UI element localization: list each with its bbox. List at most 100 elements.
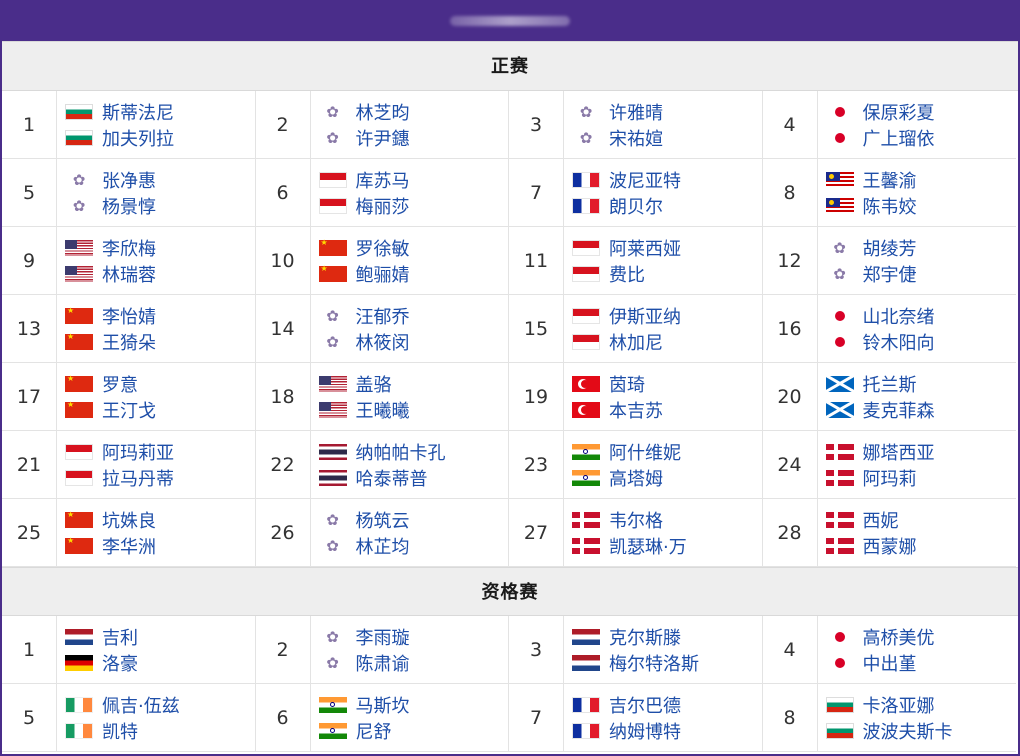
player-name-link[interactable]: 托兰斯	[863, 371, 917, 397]
player-name-link[interactable]: 波尼亚特	[609, 167, 681, 193]
player-name-link[interactable]: 林瑞蓉	[102, 261, 156, 287]
china-flag-icon	[318, 264, 347, 282]
player-name-link[interactable]: 许雅晴	[609, 99, 663, 125]
player-name-link[interactable]: 吉利	[102, 624, 138, 650]
player-name-link[interactable]: 西蒙娜	[863, 533, 917, 559]
player-name-link[interactable]: 李欣梅	[102, 235, 156, 261]
player-name-link[interactable]: 王猗朵	[102, 329, 156, 355]
player-name-link[interactable]: 韦尔格	[609, 507, 663, 533]
player-name-link[interactable]: 麦克菲森	[863, 397, 935, 423]
tpe-plum-flag-icon	[572, 130, 600, 146]
thailand-flag-icon	[318, 443, 347, 460]
player-name-link[interactable]: 阿莱西娅	[609, 235, 681, 261]
player-name-link[interactable]: 胡绫芳	[863, 235, 917, 261]
player-name-link[interactable]: 尼舒	[356, 718, 392, 744]
player-name-link[interactable]: 张净惠	[102, 167, 156, 193]
player-name-link[interactable]: 汪郁乔	[356, 303, 410, 329]
pair-entry: 19 茵琦 本吉苏	[509, 363, 763, 431]
player-name-link[interactable]: 梅尔特洛斯	[609, 650, 699, 676]
player-pair: 高桥美优 中出堇	[818, 616, 1017, 683]
player-name-link[interactable]: 哈泰蒂普	[356, 465, 428, 491]
player-name-link[interactable]: 库苏马	[356, 167, 410, 193]
player-row: 保原彩夏	[826, 99, 1017, 125]
player-name-link[interactable]: 阿什维妮	[609, 439, 681, 465]
player-name-link[interactable]: 佩吉·伍兹	[102, 692, 180, 718]
player-name-link[interactable]: 李华洲	[102, 533, 156, 559]
player-row: 铃木阳向	[826, 329, 1017, 355]
player-name-link[interactable]: 林芝昀	[356, 99, 410, 125]
player-name-link[interactable]: 纳帕帕卡孔	[356, 439, 446, 465]
player-pair: 托兰斯 麦克菲森	[818, 363, 1017, 430]
ireland-flag-icon	[65, 696, 93, 713]
player-name-link[interactable]: 宋祐媗	[609, 125, 663, 151]
player-name-link[interactable]: 梅丽莎	[356, 193, 410, 219]
china-flag-icon	[65, 374, 93, 392]
player-name-link[interactable]: 铃木阳向	[863, 329, 935, 355]
player-name-link[interactable]: 陈韦姣	[863, 193, 917, 219]
player-name-link[interactable]: 罗徐敏	[356, 235, 410, 261]
player-row: 林加尼	[572, 329, 762, 355]
player-name-link[interactable]: 坑姝良	[102, 507, 156, 533]
player-name-link[interactable]: 伊斯亚纳	[609, 303, 681, 329]
player-name-link[interactable]: 克尔斯滕	[609, 624, 681, 650]
player-name-link[interactable]: 郑宇倢	[863, 261, 917, 287]
player-row: 吉利	[65, 624, 255, 650]
player-name-link[interactable]: 高桥美优	[863, 624, 935, 650]
player-name-link[interactable]: 杨景惇	[102, 193, 156, 219]
player-name-link[interactable]: 拉马丹蒂	[102, 465, 174, 491]
player-name-link[interactable]: 高塔姆	[609, 465, 663, 491]
player-name-link[interactable]: 王曦曦	[356, 397, 410, 423]
player-name-link[interactable]: 阿玛莉亚	[102, 439, 174, 465]
scotland-flag-icon	[825, 401, 854, 418]
player-name-link[interactable]: 林筱闵	[356, 329, 410, 355]
player-name-link[interactable]: 凯特	[102, 718, 138, 744]
player-name-link[interactable]: 本吉苏	[609, 397, 663, 423]
player-name-link[interactable]: 凯瑟琳·万	[609, 533, 687, 559]
player-name-link[interactable]: 广上瑠依	[863, 125, 935, 151]
pair-entry: 14汪郁乔林筱闵	[255, 295, 509, 363]
player-name-link[interactable]: 盖骆	[356, 371, 392, 397]
player-name-link[interactable]: 卡洛亚娜	[863, 692, 935, 718]
player-name-link[interactable]: 林芷均	[356, 533, 410, 559]
player-name-link[interactable]: 西妮	[863, 507, 899, 533]
player-name-link[interactable]: 鲍骊婧	[356, 261, 410, 287]
player-name-link[interactable]: 加夫列拉	[102, 125, 174, 151]
player-name-link[interactable]: 吉尔巴德	[609, 692, 681, 718]
bulgaria-flag-icon	[65, 129, 93, 146]
player-name-link[interactable]: 李雨璇	[356, 624, 410, 650]
player-name-link[interactable]: 林加尼	[609, 329, 663, 355]
player-name-link[interactable]: 保原彩夏	[863, 99, 935, 125]
tpe-plum-flag-icon	[319, 334, 347, 350]
player-name-link[interactable]: 王馨渝	[863, 167, 917, 193]
player-name-link[interactable]: 山北奈绪	[863, 303, 935, 329]
pair-entry: 3 克尔斯滕 梅尔特洛斯	[509, 616, 763, 684]
player-name-link[interactable]: 费比	[609, 261, 645, 287]
player-name-link[interactable]: 斯蒂法尼	[102, 99, 174, 125]
player-name-link[interactable]: 罗意	[102, 371, 138, 397]
player-row: 胡绫芳	[826, 235, 1017, 261]
section-title-main-draw: 正赛	[2, 41, 1018, 91]
player-name-link[interactable]: 阿玛莉	[863, 465, 917, 491]
france-flag-icon	[572, 197, 600, 214]
player-row: 中出堇	[826, 650, 1017, 676]
player-name-link[interactable]: 茵琦	[609, 371, 645, 397]
denmark-flag-icon	[572, 537, 600, 554]
player-name-link[interactable]: 杨筑云	[356, 507, 410, 533]
seed-number: 10	[256, 227, 311, 294]
seed-number: 11	[509, 227, 564, 294]
player-name-link[interactable]: 洛豪	[102, 650, 138, 676]
main-draw-grid: 1斯蒂法尼加夫列拉2林芝昀许尹鏸3许雅晴宋祐媗4保原彩夏广上瑠依5张净惠杨景惇6…	[2, 91, 1018, 567]
player-name-link[interactable]: 许尹鏸	[356, 125, 410, 151]
player-name-link[interactable]: 娜塔西亚	[863, 439, 935, 465]
player-name-link[interactable]: 中出堇	[863, 650, 917, 676]
player-name-link[interactable]: 李怡婧	[102, 303, 156, 329]
player-name-link[interactable]: 马斯坎	[356, 692, 410, 718]
china-flag-icon	[65, 306, 93, 324]
player-name-link[interactable]: 陈肃谕	[356, 650, 410, 676]
player-name-link[interactable]: 纳姆博特	[609, 718, 681, 744]
player-name-link[interactable]: 波波夫斯卡	[863, 718, 953, 744]
player-name-link[interactable]: 王汀戈	[102, 397, 156, 423]
netherlands-flag-icon	[572, 628, 600, 645]
player-name-link[interactable]: 朗贝尔	[609, 193, 663, 219]
pair-entry: 7 波尼亚特 朗贝尔	[509, 159, 763, 227]
